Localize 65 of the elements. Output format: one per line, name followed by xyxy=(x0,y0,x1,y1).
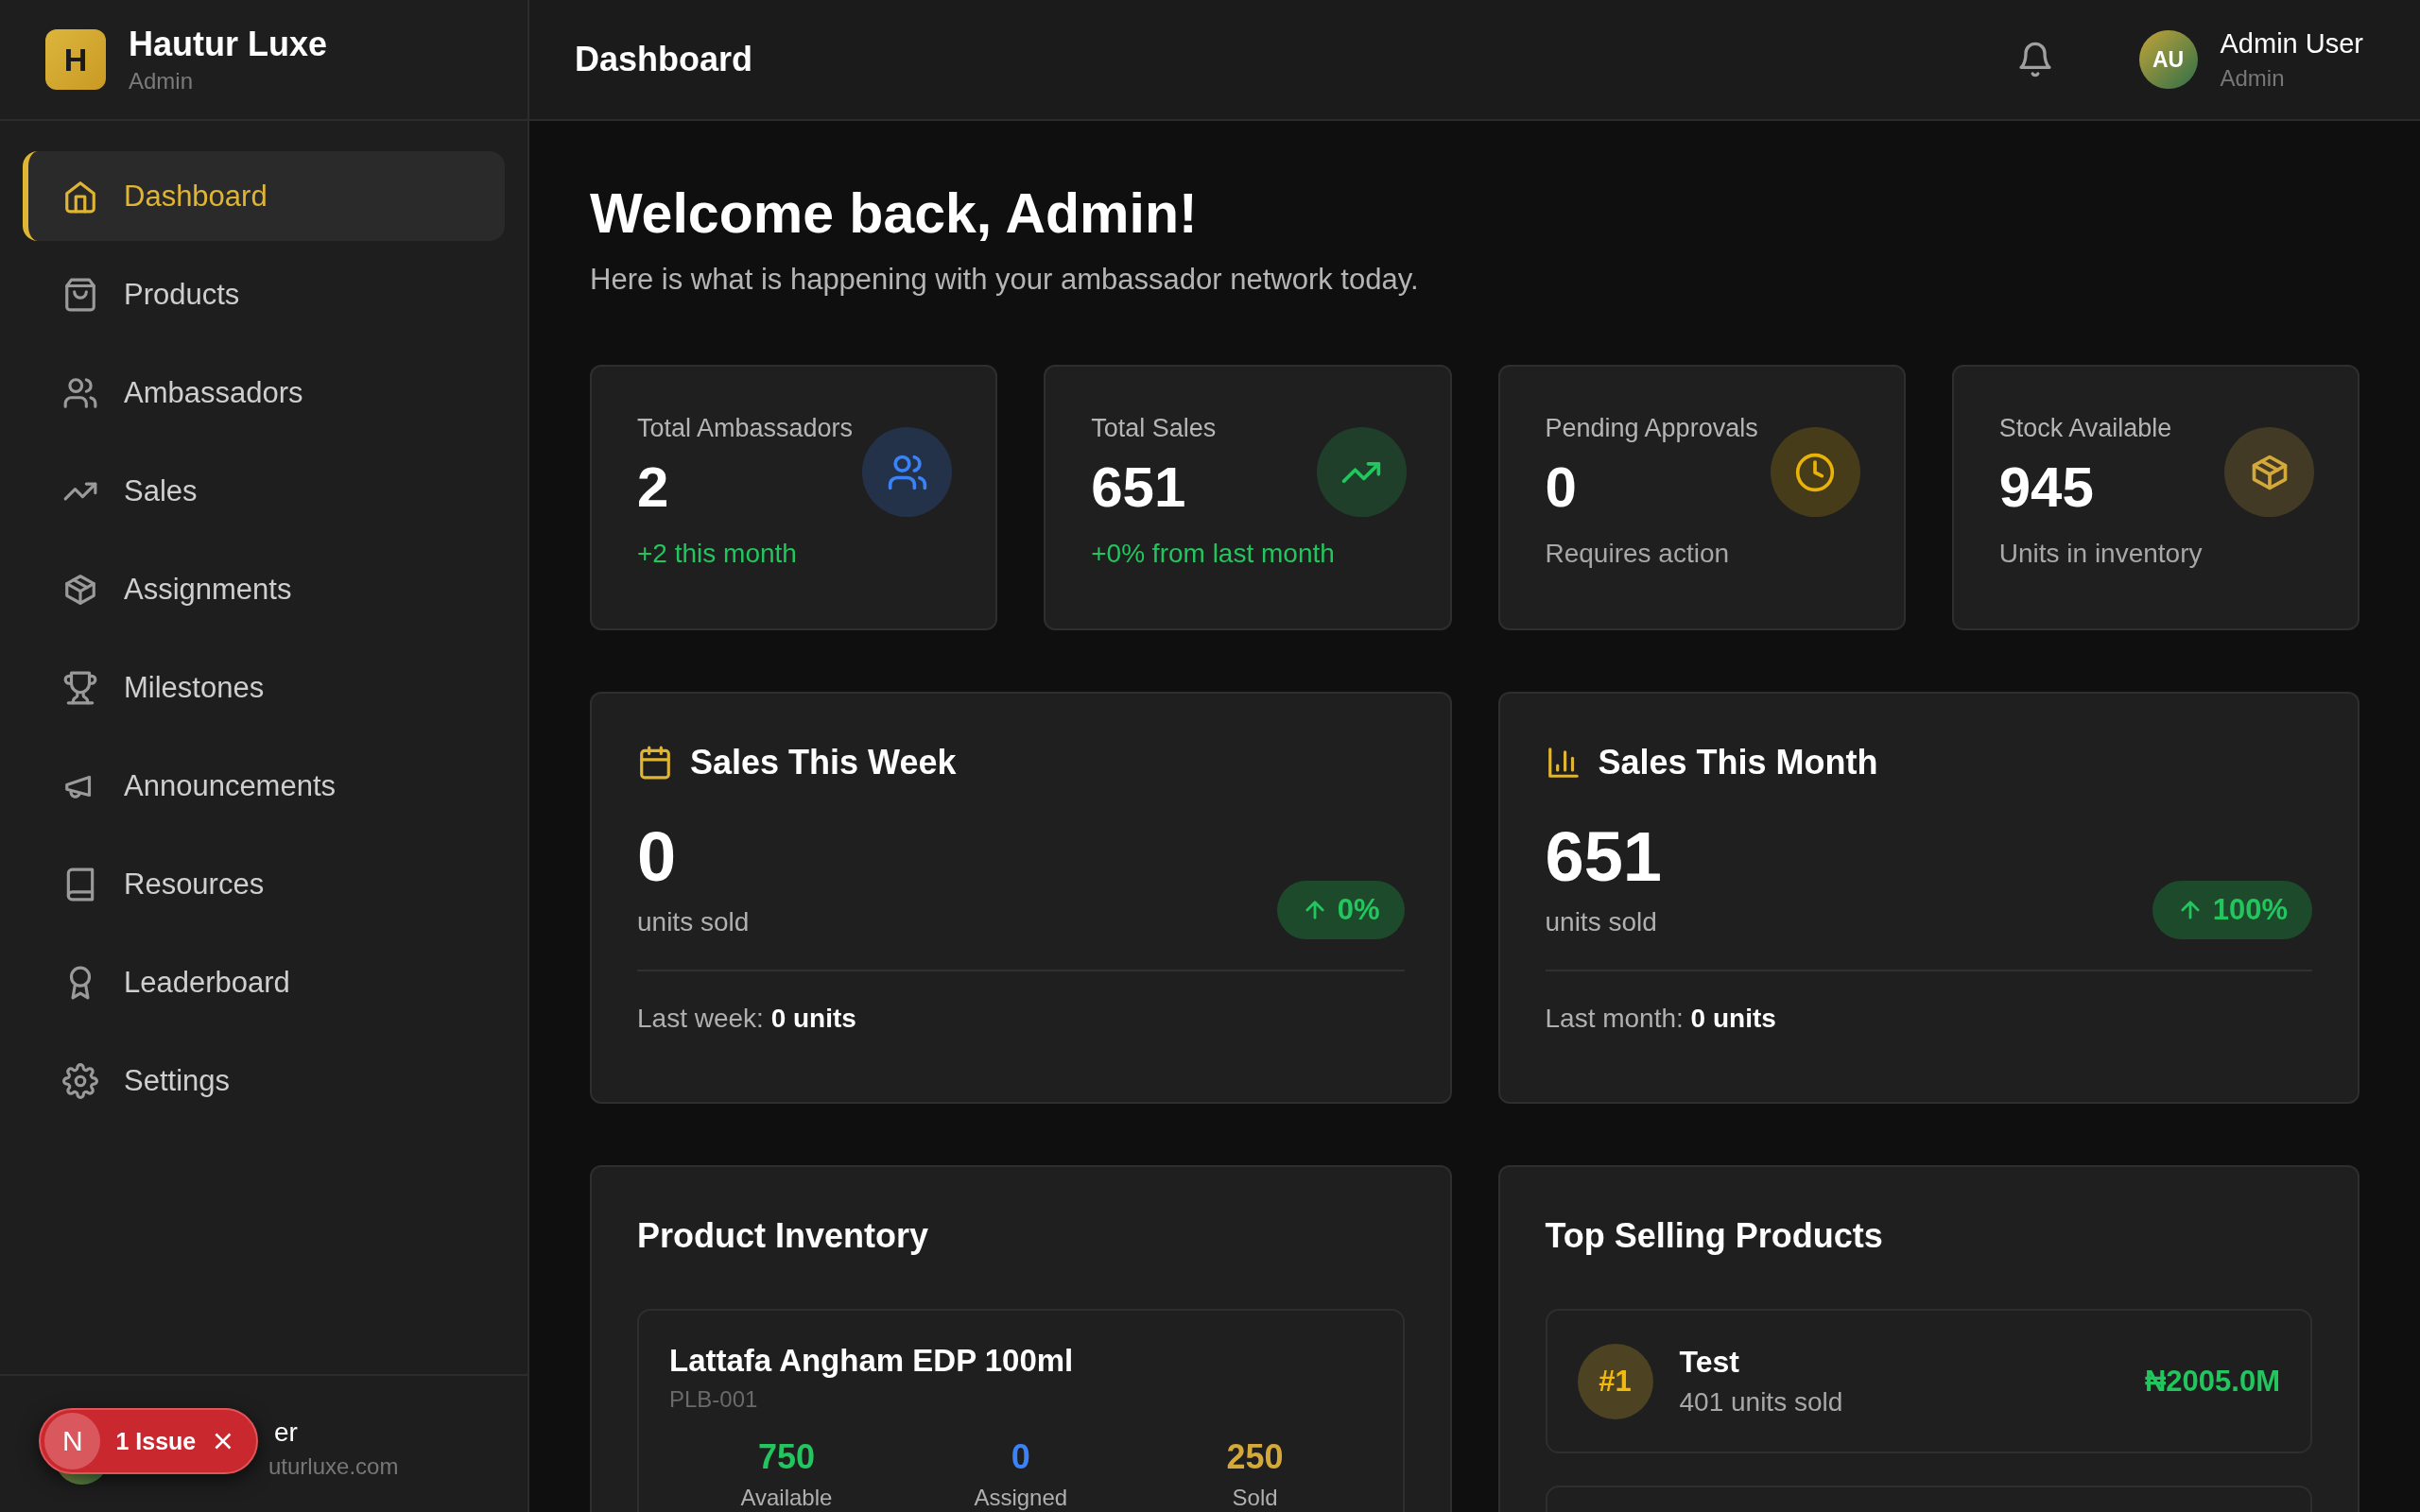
sales-unit: units sold xyxy=(1545,907,1658,937)
nav-item[interactable]: Products xyxy=(23,249,505,339)
change-value: 100% xyxy=(2212,893,2288,927)
sales-value: 0 xyxy=(637,822,678,892)
stat-value: 2 xyxy=(637,455,670,520)
sales-value: 651 xyxy=(1545,822,1662,892)
stat-label: Stock Available xyxy=(1998,414,2173,443)
issue-logo: N xyxy=(44,1413,101,1469)
nav-item[interactable]: Leaderboard xyxy=(23,937,505,1027)
issue-label: 1 Issue xyxy=(115,1427,197,1455)
welcome-heading: Welcome back, Admin! xyxy=(590,181,1199,246)
stock-value: 250 xyxy=(1226,1437,1284,1477)
nav-item[interactable]: Resources xyxy=(23,839,505,929)
product-row[interactable]: #1 Test 401 units sold ₦2005.0M xyxy=(1545,1309,2312,1453)
product-name: Test xyxy=(1679,1345,1740,1380)
nav-item[interactable]: Milestones xyxy=(23,643,505,732)
brand-role: Admin xyxy=(129,68,195,94)
welcome-subtitle: Here is what is happening with your ambassador network today. xyxy=(590,263,1420,297)
nav-item[interactable]: Ambassadors xyxy=(23,348,505,438)
sales-unit: units sold xyxy=(637,907,750,937)
stock-value: 0 xyxy=(1011,1437,1030,1477)
calendar-icon xyxy=(637,745,673,781)
user-name: er xyxy=(274,1418,299,1448)
stat-value: 0 xyxy=(1545,455,1578,520)
change-value: 0% xyxy=(1337,893,1380,927)
stat-note: Units in inventory xyxy=(1998,539,2203,569)
stat-value: 945 xyxy=(1998,455,2095,520)
issue-badge[interactable]: N 1 Issue xyxy=(39,1408,258,1474)
stat-note: +2 this month xyxy=(637,539,797,569)
product-sku: PLB-001 xyxy=(669,1386,759,1413)
nav-item[interactable]: Settings xyxy=(23,1036,505,1125)
card-title: Sales This Month xyxy=(1598,743,1878,782)
user-email: uturluxe.com xyxy=(268,1453,399,1480)
stat-note: +0% from last month xyxy=(1091,539,1335,569)
stock-label: Assigned xyxy=(974,1485,1068,1511)
page-title: Dashboard xyxy=(575,40,754,79)
settings-icon xyxy=(62,1062,98,1099)
bag-icon xyxy=(62,276,98,313)
nav-item[interactable]: Assignments xyxy=(23,544,505,634)
panel-title: Top Selling Products xyxy=(1545,1216,1884,1256)
comparison-text: Last month: 0 units xyxy=(1545,1004,1777,1034)
stock-label: Available xyxy=(740,1485,833,1511)
stat-value: 651 xyxy=(1091,455,1187,520)
brand-name: Hautur Luxe xyxy=(129,25,328,64)
comparison-text: Last week: 0 units xyxy=(637,1004,857,1034)
stat-label: Pending Approvals xyxy=(1545,414,1759,443)
units-sold: 401 units sold xyxy=(1679,1387,1844,1418)
user-avatar[interactable]: AU xyxy=(2138,30,2198,89)
brand-logo: H xyxy=(45,29,106,90)
stock-label: Sold xyxy=(1232,1485,1278,1511)
nav-item[interactable]: Sales xyxy=(23,446,505,536)
nav-item[interactable]: Announcements xyxy=(23,741,505,831)
stat-label: Total Ambassadors xyxy=(637,414,855,443)
user-name: Admin User xyxy=(2220,27,2363,60)
card-title: Sales This Week xyxy=(690,743,957,782)
stat-label: Total Sales xyxy=(1091,414,1218,443)
panel-title: Product Inventory xyxy=(637,1216,930,1256)
stock-value: 750 xyxy=(757,1437,815,1477)
nav-item[interactable]: Dashboard xyxy=(23,151,505,241)
stat-note: Requires action xyxy=(1545,539,1730,569)
user-role: Admin xyxy=(2220,64,2286,92)
revenue: ₦2005.0M xyxy=(2144,1364,2280,1399)
product-name: Lattafa Angham EDP 100ml xyxy=(669,1343,1075,1379)
trophy-icon xyxy=(62,669,98,706)
rank-badge: #1 xyxy=(1577,1343,1653,1419)
